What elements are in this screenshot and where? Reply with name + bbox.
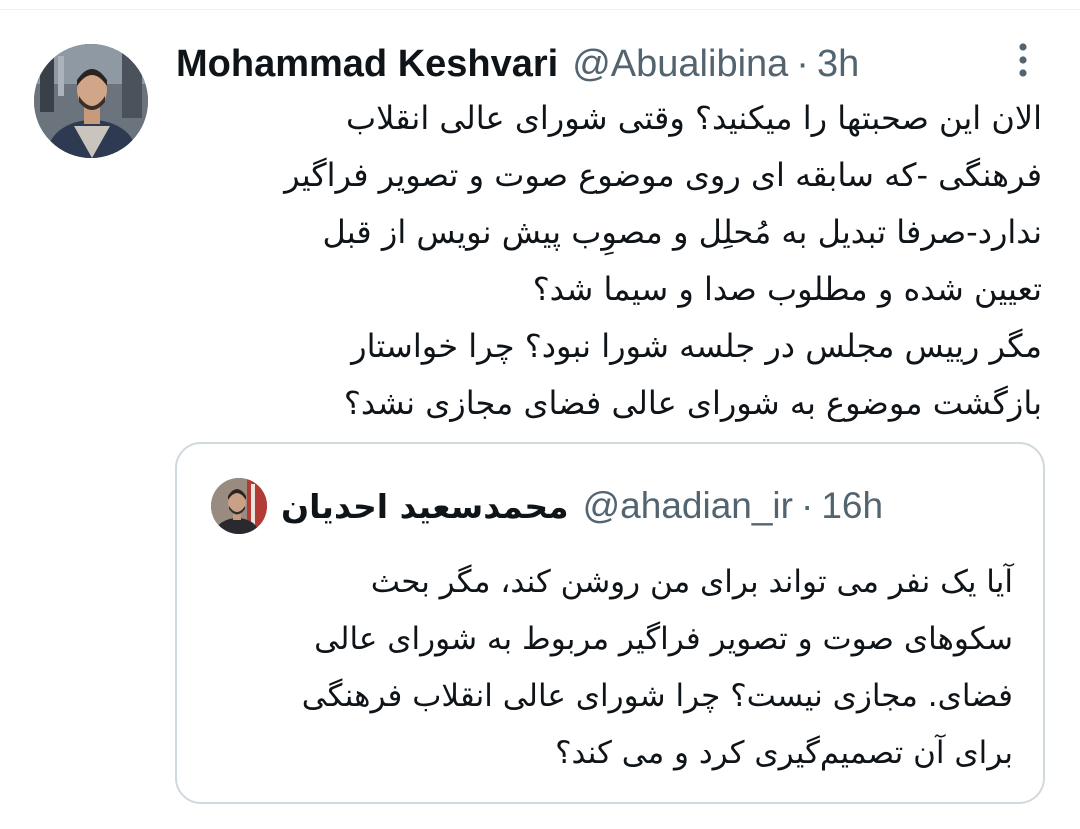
quoted-tweet-card[interactable]: محمدسعید احدیان @ahadian_ir · 16h آیا یک… — [175, 442, 1045, 804]
tweet-text-line: ندارد-صرفا تبدیل به مُحلِل و مصوِب پیش ن… — [322, 213, 1042, 251]
quoted-tweet-text-line: آیا یک نفر می تواند برای من روشن کند، مگ… — [370, 564, 1013, 600]
author-avatar[interactable] — [34, 44, 148, 158]
author-avatar-image — [34, 44, 148, 158]
quoted-tweet-text: آیا یک نفر می تواند برای من روشن کند، مگ… — [207, 554, 1013, 782]
more-options-button[interactable] — [1006, 40, 1040, 80]
tweet-timestamp[interactable]: 3h — [817, 43, 859, 86]
header-separator: · — [796, 42, 809, 85]
tweet-text-line: الان این صحبتها را میکنید؟ وقتی شورای عا… — [346, 99, 1042, 137]
quoted-tweet-text-line: فضای. مجازی نیست؟ چرا شورای عالی انقلاب … — [301, 678, 1013, 714]
author-handle[interactable]: @Abualibina — [572, 43, 788, 86]
tweet-text-line: فرهنگی -که سابقه ای روی موضوع صوت و تصوی… — [284, 156, 1042, 194]
top-divider — [0, 9, 1080, 10]
quoted-header-separator: · — [800, 485, 814, 526]
tweet-text-line: مگر رییس مجلس در جلسه شورا نبود؟ چرا خوا… — [351, 327, 1042, 365]
quoted-tweet-header: محمدسعید احدیان @ahadian_ir · 16h — [281, 480, 883, 532]
author-display-name[interactable]: Mohammad Keshvari — [176, 43, 558, 86]
quoted-author-avatar-image — [211, 478, 267, 534]
quoted-author-handle[interactable]: @ahadian_ir — [583, 485, 793, 527]
tweet-text: الان این صحبتها را میکنید؟ وقتی شورای عا… — [176, 90, 1042, 432]
quoted-author-avatar[interactable] — [211, 478, 267, 534]
tweet-text-line: تعیین شده و مطلوب صدا و سیما شد؟ — [532, 270, 1042, 308]
quoted-tweet-timestamp[interactable]: 16h — [821, 485, 883, 527]
tweet-text-line: بازگشت موضوع به شورای عالی فضای مجازی نش… — [343, 384, 1042, 422]
quoted-tweet-text-line: سکوهای صوت و تصویر فراگیر مربوط به شورای… — [314, 621, 1013, 657]
tweet-header: Mohammad Keshvari @Abualibina · 3h — [176, 38, 859, 90]
quoted-tweet-text-line: برای آن تصمیم‌گیری کرد و می کند؟ — [555, 735, 1013, 771]
quoted-author-display-name[interactable]: محمدسعید احدیان — [281, 487, 569, 526]
more-vertical-icon — [1019, 43, 1027, 77]
